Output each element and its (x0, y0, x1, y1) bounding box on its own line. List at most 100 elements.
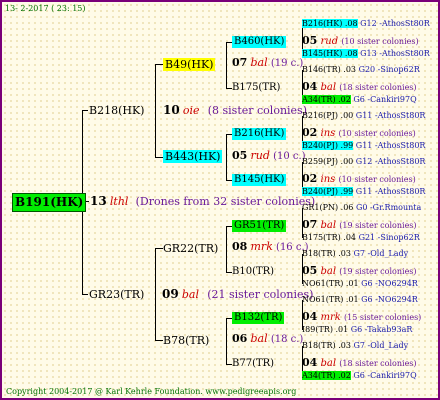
connector (155, 64, 163, 65)
gen5-id: NO61(TR) .01 (302, 279, 359, 288)
gen5-entry[interactable]: B146(TR) .03 G20 -Sinop62R (302, 64, 420, 76)
gen5-code: G7 -Old_Lady (353, 341, 409, 350)
gr51-num: 07 (302, 218, 318, 231)
queen-b10[interactable]: B10(TR) (232, 266, 274, 278)
gen5-entry[interactable]: NO61(TR) .01 G6 -NO6294R (302, 278, 418, 290)
b216-note: (10 sister colonies) (338, 129, 416, 138)
gen5-entry[interactable]: B145(HK) .08 G13 -AthosSt80R (302, 48, 430, 60)
copyright: Copyright 2004-2017 @ Karl Kehrle Founda… (6, 387, 297, 396)
gen5-code: G11 -AthosSt80R (355, 141, 426, 150)
gen5-id: A34(TR) .02 (302, 95, 351, 104)
gen5-code: G6 -NO6294R (361, 295, 418, 304)
b216-breed: ins (320, 128, 336, 139)
connector (226, 318, 227, 364)
queen-b218[interactable]: B218(HK) (89, 104, 144, 117)
gr22-drone-info: 08 mrk (16 c.) (232, 240, 309, 254)
date-stamp: 13- 2-2017 ( 23: 15) (5, 4, 86, 13)
b175-a-drone-info: 04 bal (18 sister colonies) (302, 80, 417, 94)
b132-note: (15 sister colonies) (344, 313, 422, 322)
gen5-id: B18(TR) .03 (302, 341, 351, 350)
gen5-entry[interactable]: B259(PJ) .00 G12 -AthosSt80R (302, 156, 425, 168)
connector (226, 42, 227, 88)
connector (82, 294, 88, 295)
queen-gr51[interactable]: GR51(TR) (232, 220, 287, 232)
gen5-entry[interactable]: A34(TR) .02 G6 -Cankiri97Q (302, 94, 417, 106)
b218-num: 10 (163, 103, 180, 117)
queen-b175-a[interactable]: B175(TR) (232, 82, 280, 94)
b132-breed: mrk (320, 312, 341, 323)
gen5-id: B259(PJ) .00 (302, 157, 354, 166)
gen5-entry[interactable]: B216(HK) .08 G12 -AthosSt80R (302, 18, 430, 30)
connector (155, 157, 163, 158)
b145-drone-info: 02 ins (10 sister colonies) (302, 172, 416, 186)
queen-b77[interactable]: B77(TR) (232, 358, 274, 370)
gen5-entry[interactable]: GR1(PN) .06 G0 -Gr.Rmounta (302, 202, 421, 214)
queen-b460[interactable]: B460(HK) (232, 36, 287, 48)
gen5-code: G12 -AthosSt80R (360, 19, 430, 28)
gen5-id: B145(HK) .08 (302, 49, 358, 58)
b10-num: 05 (302, 264, 318, 277)
b77-note: (18 sister colonies) (339, 359, 417, 368)
b460-breed: rud (320, 36, 339, 47)
b132-drone-info: 04 mrk (15 sister colonies) (302, 310, 421, 324)
b78-drone-info: 06 bal (18 c.) (232, 332, 303, 346)
queen-b78[interactable]: B78(TR) (163, 334, 209, 347)
b460-drone-info: 05 rud (10 sister colonies) (302, 34, 419, 48)
b77-breed: bal (320, 358, 337, 369)
gen5-entry[interactable]: B18(TR) .03 G7 -Old_Lady (302, 248, 408, 260)
gen5-code: G6 -Takab93aR (350, 325, 413, 334)
root-note: (Drones from 32 sister colonies) (135, 195, 316, 208)
pedigree-chart: 13- 2-2017 ( 23: 15) Copyright 2004-2017… (0, 0, 440, 400)
root-drone-info: 13 lthl (Drones from 32 sister colonies) (90, 194, 315, 209)
b443-num: 05 (232, 149, 248, 162)
root-queen[interactable]: B191(HK) (12, 193, 87, 212)
b443-drone-info: 05 rud (10 c.) (232, 149, 306, 163)
gr23-breed: bal (181, 288, 200, 301)
b175-a-breed: bal (320, 82, 337, 93)
gen5-code: G0 -Gr.Rmounta (355, 203, 422, 212)
gr23-note: (21 sister colonies) (207, 288, 314, 301)
gen5-id: B240(PJ) .99 (302, 141, 354, 150)
gen5-entry[interactable]: B18(TR) .03 G7 -Old_Lady (302, 340, 408, 352)
gen5-entry[interactable]: B240(PJ) .99 G11 -AthosSt80R (302, 186, 425, 198)
b10-breed: bal (320, 266, 337, 277)
gr51-note: (19 sister colonies) (339, 221, 417, 230)
b49-breed: bal (250, 56, 268, 69)
gen5-id: GR1(PN) .06 (302, 203, 354, 212)
b218-breed: oie (182, 104, 200, 117)
root-num: 13 (90, 194, 107, 208)
queen-b49[interactable]: B49(HK) (163, 58, 216, 71)
queen-b145[interactable]: B145(HK) (232, 174, 287, 186)
gen5-entry[interactable]: NO61(TR) .01 G6 -NO6294R (302, 294, 418, 306)
b78-breed: bal (250, 332, 268, 345)
connector (82, 110, 88, 111)
b145-note: (10 sister colonies) (338, 175, 416, 184)
connector (155, 248, 163, 249)
gen5-id: B216(HK) .08 (302, 19, 358, 28)
queen-b443[interactable]: B443(HK) (163, 150, 223, 163)
b175-a-note: (18 sister colonies) (339, 83, 417, 92)
b49-drone-info: 07 bal (19 c.) (232, 56, 303, 70)
b218-drone-info: 10 oie (8 sister colonies) (163, 103, 307, 118)
gen5-entry[interactable]: B175(TR) .04 G21 -Sinop62R (302, 232, 420, 244)
connector (155, 340, 163, 341)
b78-note: (18 c.) (270, 334, 304, 345)
gen5-code: G6 -Cankiri97Q (353, 371, 417, 380)
connector (226, 134, 227, 180)
gen5-entry[interactable]: B216(PJ) .00 G11 -AthosSt80R (302, 110, 425, 122)
connector (155, 64, 156, 157)
gen5-entry[interactable]: I89(TR) .01 G6 -Takab93aR (302, 324, 412, 336)
b132-num: 04 (302, 310, 318, 323)
queen-b132[interactable]: B132(TR) (232, 312, 285, 324)
queen-b216[interactable]: B216(HK) (232, 128, 287, 140)
queen-gr23[interactable]: GR23(TR) (89, 288, 144, 301)
b443-breed: rud (250, 149, 270, 162)
gr23-drone-info: 09 bal (21 sister colonies) (162, 287, 313, 302)
gen5-id: B18(TR) .03 (302, 249, 351, 258)
gen5-entry[interactable]: B240(PJ) .99 G11 -AthosSt80R (302, 140, 425, 152)
b78-num: 06 (232, 332, 248, 345)
gen5-entry[interactable]: A34(TR) .02 G6 -Cankiri97Q (302, 370, 417, 382)
gen5-id: NO61(TR) .01 (302, 295, 359, 304)
b218-note: (8 sister colonies) (207, 104, 307, 117)
queen-gr22[interactable]: GR22(TR) (163, 242, 218, 255)
